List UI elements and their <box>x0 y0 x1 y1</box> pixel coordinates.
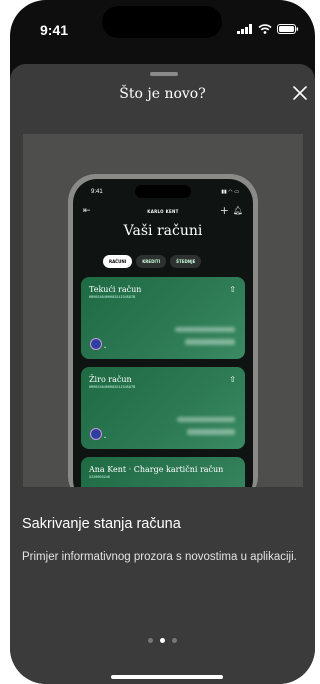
preview-tab-racuni: RAČUNI <box>103 255 133 268</box>
account-name: Tekući račun <box>89 285 142 294</box>
preview-heading: Vaši računi <box>123 223 203 239</box>
account-iban: 3220003246 <box>89 476 111 480</box>
status-icons <box>237 24 299 34</box>
preview-dynamic-island <box>135 185 191 198</box>
page-dot-1[interactable] <box>148 638 153 643</box>
bell-icon: 🔔︎ <box>232 206 243 215</box>
home-indicator[interactable] <box>111 675 223 679</box>
add-icon: + <box>219 204 229 217</box>
cellular-signal-icon <box>237 24 252 34</box>
preview-status-icons: ▮▮ ◠ ▭ <box>221 189 239 195</box>
preview-account-card: Ana Kent · Charge kartični račun 3220003… <box>81 457 245 487</box>
hidden-balance <box>175 327 235 332</box>
share-icon: ⇧ <box>229 285 236 294</box>
preview-account-card: Žiro račun HR0024840008321234567B ⇧ ⌄ <box>81 367 245 449</box>
close-button[interactable] <box>291 84 309 102</box>
battery-icon <box>277 24 299 34</box>
preview-phone: 9:41 ▮▮ ◠ ▭ ⇤ KARLO KENT + 🔔︎ Vaši račun… <box>68 174 258 487</box>
chevron-down-icon: ⌄ <box>103 434 108 440</box>
device-frame: 9:41 Što je novo? 9:41 ▮▮ ◠ ▭ ⇤ KARLO KE… <box>0 0 315 684</box>
page-dot-3[interactable] <box>172 638 177 643</box>
preview-time: 9:41 <box>91 189 103 195</box>
sheet-title: Što je novo? <box>119 86 206 102</box>
feature-preview-image: 9:41 ▮▮ ◠ ▭ ⇤ KARLO KENT + 🔔︎ Vaši račun… <box>23 134 303 487</box>
share-icon: ⇧ <box>229 375 236 384</box>
hidden-balance <box>185 339 235 345</box>
account-iban: HR0024840008321234567B <box>89 296 136 300</box>
account-iban: HR0024840008321234567B <box>89 386 136 390</box>
preview-tab-krediti: KREDITI <box>136 255 167 268</box>
status-time: 9:41 <box>40 22 69 38</box>
close-icon <box>293 86 307 100</box>
page-indicator <box>10 638 315 643</box>
eu-flag-icon <box>90 428 102 440</box>
hidden-balance <box>187 429 235 435</box>
screen: 9:41 Što je novo? 9:41 ▮▮ ◠ ▭ ⇤ KARLO KE… <box>10 0 315 684</box>
sheet-grabber[interactable] <box>150 72 178 76</box>
page-dot-2[interactable] <box>160 638 165 643</box>
account-name: Žiro račun <box>89 375 132 384</box>
chevron-down-icon: ⌄ <box>103 344 108 350</box>
wifi-icon <box>258 24 272 34</box>
feature-description: Primjer informativnog prozora s novostim… <box>22 551 297 563</box>
dynamic-island <box>102 6 222 38</box>
eu-flag-icon <box>90 338 102 350</box>
feature-title: Sakrivanje stanja računa <box>22 516 181 532</box>
preview-phone-screen: 9:41 ▮▮ ◠ ▭ ⇤ KARLO KENT + 🔔︎ Vaši račun… <box>73 179 253 487</box>
whats-new-sheet: Što je novo? 9:41 ▮▮ ◠ ▭ ⇤ KARLO KENT + <box>10 64 315 684</box>
hidden-balance <box>177 417 235 422</box>
preview-tabs: RAČUNI KREDITI ŠTEDNJE <box>103 255 202 268</box>
preview-account-card: Tekući račun HR0024840008321234567B ⇧ ⌄ <box>81 277 245 359</box>
account-name: Ana Kent · Charge kartični račun <box>89 465 224 474</box>
status-bar: 9:41 <box>10 0 315 56</box>
preview-tab-stednje: ŠTEDNJE <box>170 255 202 268</box>
